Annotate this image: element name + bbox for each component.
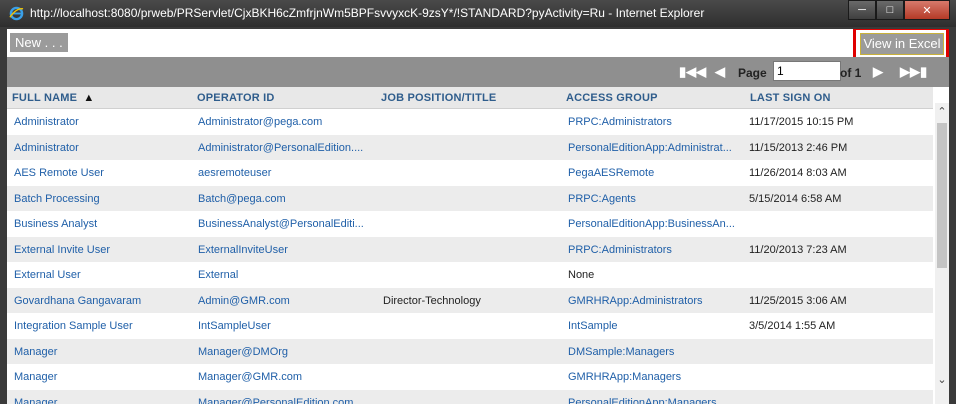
cell-last-sign-on: 3/5/2014 1:55 AM xyxy=(749,320,836,332)
cell-full-name[interactable]: External Invite User xyxy=(14,244,194,256)
table-row[interactable]: External User External None xyxy=(7,262,933,288)
view-in-excel-button[interactable]: View in Excel xyxy=(860,33,944,55)
cell-operator-id[interactable]: External xyxy=(198,269,376,281)
cell-access-group[interactable]: PersonalEditionApp:Administrat... xyxy=(568,142,746,154)
maximize-icon[interactable]: □ xyxy=(876,0,904,20)
cell-access-group[interactable]: PersonalEditionApp:Managers xyxy=(568,397,746,404)
table-row[interactable]: Administrator Administrator@PersonalEditi… xyxy=(7,134,933,160)
cell-operator-id[interactable]: Batch@pega.com xyxy=(198,193,376,205)
cell-operator-id[interactable]: Admin@GMR.com xyxy=(198,295,376,307)
table-row[interactable]: Manager Manager@PersonalEdition.com Person… xyxy=(7,389,933,404)
next-page-icon[interactable]: ▶ xyxy=(873,64,883,80)
scrollbar-thumb[interactable] xyxy=(937,123,947,268)
last-page-icon[interactable]: ▶▶▮ xyxy=(900,64,927,80)
table-row[interactable]: Batch Processing Batch@pega.com PRPC:Agent… xyxy=(7,185,933,211)
cell-access-group[interactable]: PersonalEditionApp:BusinessAn... xyxy=(568,218,746,230)
window-controls: ─ □ ✕ xyxy=(848,0,950,20)
table-row[interactable]: Administrator Administrator@pega.com PRPC:… xyxy=(7,109,933,135)
cell-last-sign-on: 11/20/2013 7:23 AM xyxy=(749,243,847,256)
table-row[interactable]: Business Analyst BusinessAnalyst@Personal… xyxy=(7,211,933,237)
cell-last-sign-on: 11/26/2014 8:03 AM xyxy=(749,167,847,179)
cell-access-group[interactable]: GMRHRApp:Administrators xyxy=(568,295,746,307)
title-bar[interactable]: http://localhost:8080/prweb/PRServlet/Cj… xyxy=(0,0,956,27)
cell-full-name[interactable]: Manager xyxy=(14,346,194,358)
page-count-label: of 1 xyxy=(840,66,862,80)
cell-last-sign-on: 11/17/2015 10:15 PM xyxy=(749,116,854,128)
minimize-icon[interactable]: ─ xyxy=(848,0,876,20)
column-header-job-position[interactable]: JOB POSITION/TITLE xyxy=(381,92,496,104)
cell-operator-id[interactable]: Administrator@PersonalEdition.... xyxy=(198,142,376,154)
close-icon[interactable]: ✕ xyxy=(904,0,950,20)
cell-access-group: None xyxy=(568,269,595,281)
column-header-full-name-label: FULL NAME xyxy=(12,92,78,104)
cell-access-group[interactable]: IntSample xyxy=(568,320,746,332)
operators-table: FULL NAME ▲ OPERATOR ID JOB POSITION/TIT… xyxy=(7,87,933,404)
window-title: http://localhost:8080/prweb/PRServlet/Cj… xyxy=(30,6,705,20)
cell-access-group[interactable]: PRPC:Administrators xyxy=(568,244,746,256)
cell-full-name[interactable]: Administrator xyxy=(14,142,194,154)
column-header-operator-id[interactable]: OPERATOR ID xyxy=(197,92,275,104)
cell-operator-id[interactable]: Manager@PersonalEdition.com xyxy=(198,397,376,404)
column-header-access-group[interactable]: ACCESS GROUP xyxy=(566,92,658,104)
table-row[interactable]: Integration Sample User IntSampleUser IntS… xyxy=(7,313,933,339)
cell-access-group[interactable]: PRPC:Agents xyxy=(568,193,746,205)
table-row[interactable]: Manager Manager@GMR.com GMRHRApp:Managers xyxy=(7,364,933,390)
cell-last-sign-on: 11/25/2015 3:06 AM xyxy=(749,294,847,307)
cell-full-name[interactable]: Batch Processing xyxy=(14,193,194,205)
cell-full-name[interactable]: Govardhana Gangavaram xyxy=(14,295,194,307)
column-header-full-name[interactable]: FULL NAME ▲ xyxy=(12,92,95,104)
sort-ascending-icon: ▲ xyxy=(83,92,95,104)
cell-full-name[interactable]: External User xyxy=(14,269,194,281)
cell-job-position: Director-Technology xyxy=(383,294,481,307)
cell-operator-id[interactable]: BusinessAnalyst@PersonalEditi... xyxy=(198,218,376,230)
cell-full-name[interactable]: Manager xyxy=(14,371,194,383)
internet-explorer-icon xyxy=(9,6,24,21)
table-row[interactable]: External Invite User ExternalInviteUser PR… xyxy=(7,236,933,262)
cell-full-name[interactable]: AES Remote User xyxy=(14,167,194,179)
action-bar: New . . . View in Excel xyxy=(7,29,949,61)
cell-access-group[interactable]: PRPC:Administrators xyxy=(568,116,746,128)
scroll-up-icon[interactable]: ⌃ xyxy=(935,105,949,119)
cell-operator-id[interactable]: IntSampleUser xyxy=(198,320,376,332)
new-button[interactable]: New . . . xyxy=(10,33,68,52)
column-header-last-sign-on[interactable]: LAST SIGN ON xyxy=(750,92,831,104)
table-row[interactable]: Manager Manager@DMOrg DMSample:Managers xyxy=(7,338,933,364)
table-body: Administrator Administrator@pega.com PRPC:… xyxy=(7,109,933,404)
cell-access-group[interactable]: DMSample:Managers xyxy=(568,346,746,358)
table-row[interactable]: Govardhana Gangavaram Admin@GMR.com Direct… xyxy=(7,287,933,313)
cell-full-name[interactable]: Manager xyxy=(14,397,194,404)
pagination-bar: ▮◀◀ ◀ Page of 1 ▶ ▶▶▮ xyxy=(7,57,949,87)
cell-access-group[interactable]: PegaAESRemote xyxy=(568,167,746,179)
cell-operator-id[interactable]: ExternalInviteUser xyxy=(198,244,376,256)
report-content: New . . . View in Excel ▮◀◀ ◀ Page of 1 … xyxy=(7,29,949,404)
cell-operator-id[interactable]: Manager@DMOrg xyxy=(198,346,376,358)
scroll-down-icon[interactable]: ⌄ xyxy=(935,373,949,387)
vertical-scrollbar[interactable]: ⌃ ⌄ xyxy=(935,103,949,404)
cell-full-name[interactable]: Integration Sample User xyxy=(14,320,194,332)
cell-operator-id[interactable]: Administrator@pega.com xyxy=(198,116,376,128)
browser-window: http://localhost:8080/prweb/PRServlet/Cj… xyxy=(0,0,956,404)
cell-full-name[interactable]: Business Analyst xyxy=(14,218,194,230)
previous-page-icon[interactable]: ◀ xyxy=(715,64,725,80)
page-label: Page xyxy=(738,66,767,80)
cell-last-sign-on: 5/15/2014 6:58 AM xyxy=(749,192,842,205)
table-header: FULL NAME ▲ OPERATOR ID JOB POSITION/TIT… xyxy=(7,87,933,109)
cell-full-name[interactable]: Administrator xyxy=(14,116,194,128)
cell-access-group[interactable]: GMRHRApp:Managers xyxy=(568,371,746,383)
table-row[interactable]: AES Remote User aesremoteuser PegaAESRemot… xyxy=(7,160,933,186)
cell-operator-id[interactable]: aesremoteuser xyxy=(198,167,376,179)
page-number-input[interactable] xyxy=(773,61,841,81)
cell-operator-id[interactable]: Manager@GMR.com xyxy=(198,371,376,383)
first-page-icon[interactable]: ▮◀◀ xyxy=(679,64,706,80)
cell-last-sign-on: 11/15/2013 2:46 PM xyxy=(749,141,848,154)
